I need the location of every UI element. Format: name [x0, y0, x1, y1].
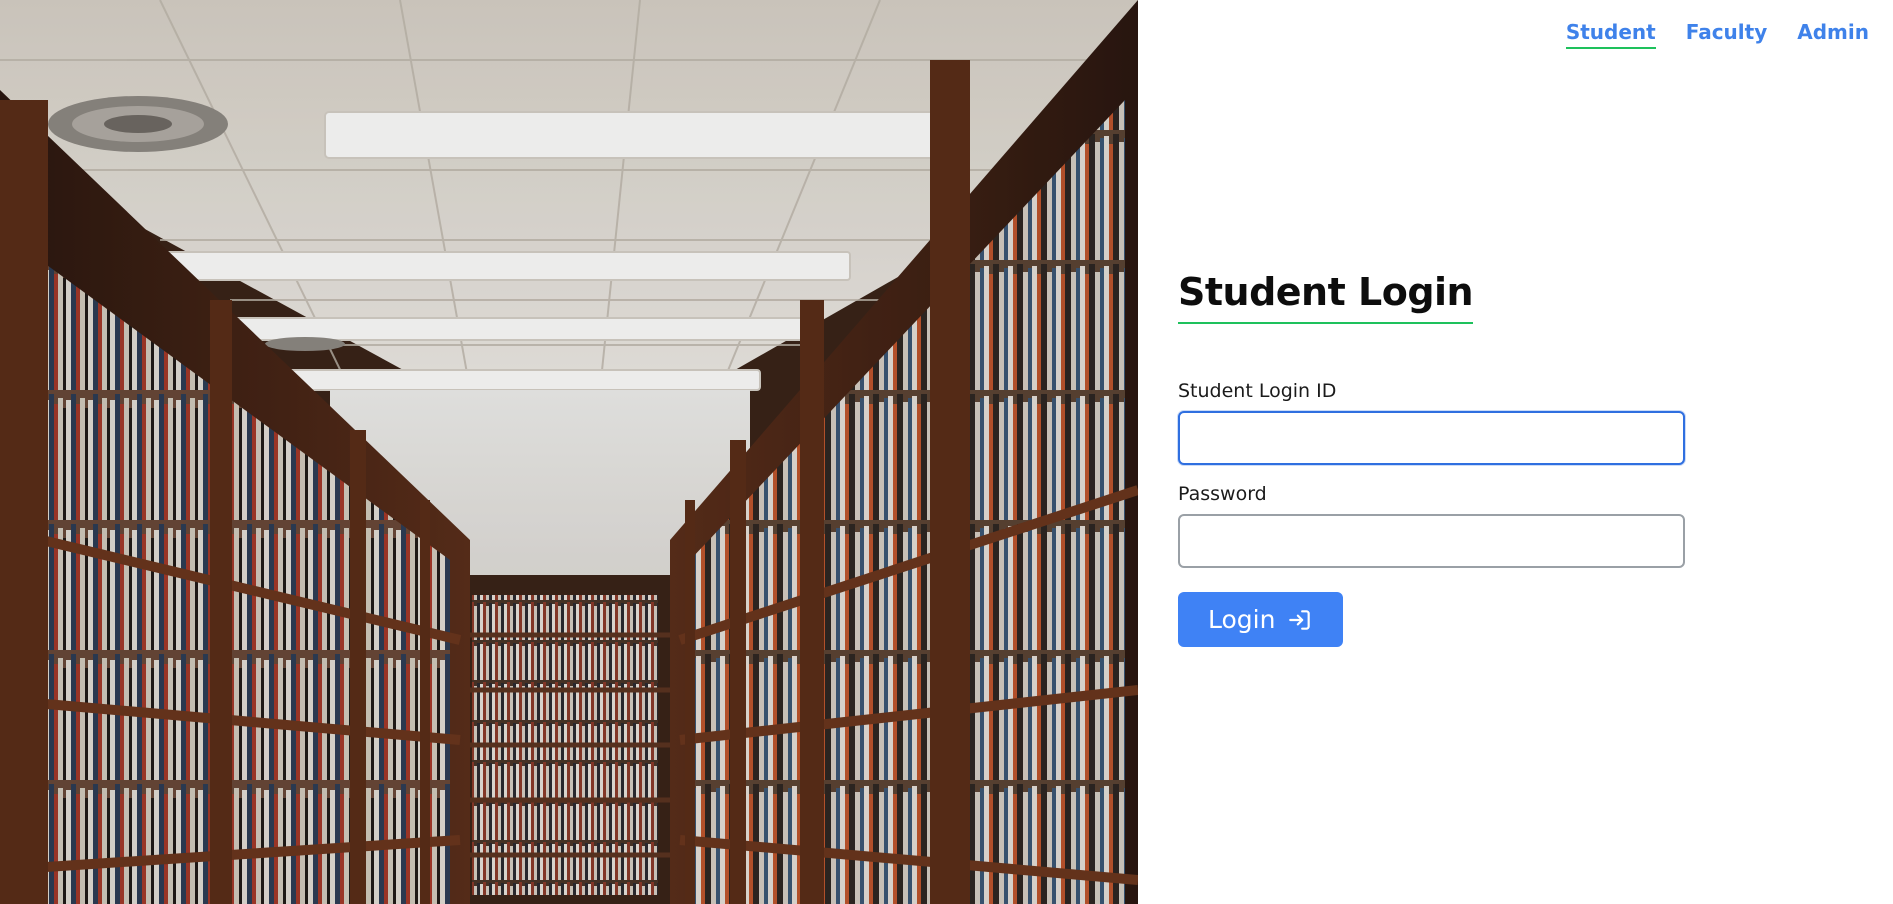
- login-id-field-group: Student Login ID: [1178, 380, 1698, 465]
- password-input[interactable]: [1178, 514, 1685, 568]
- page-title: Student Login: [1178, 270, 1474, 324]
- library-aisle-illustration: [0, 0, 1138, 904]
- nav-student-link[interactable]: Student: [1565, 20, 1656, 49]
- login-button-label: Login: [1208, 605, 1276, 634]
- login-id-input[interactable]: [1178, 411, 1685, 465]
- login-button[interactable]: Login: [1178, 592, 1344, 647]
- login-id-label: Student Login ID: [1178, 380, 1337, 402]
- login-page: Student Faculty Admin Student Login Stud…: [0, 0, 1893, 904]
- role-nav: Student Faculty Admin: [1565, 20, 1869, 49]
- login-panel: Student Faculty Admin Student Login Stud…: [1138, 0, 1893, 904]
- library-hero-image: [0, 0, 1138, 904]
- nav-faculty-link[interactable]: Faculty: [1686, 20, 1768, 49]
- login-form: Student Login Student Login ID Password …: [1178, 270, 1698, 647]
- login-arrow-icon: [1287, 607, 1313, 633]
- password-field-group: Password: [1178, 483, 1698, 568]
- nav-admin-link[interactable]: Admin: [1797, 20, 1869, 49]
- password-label: Password: [1178, 483, 1267, 505]
